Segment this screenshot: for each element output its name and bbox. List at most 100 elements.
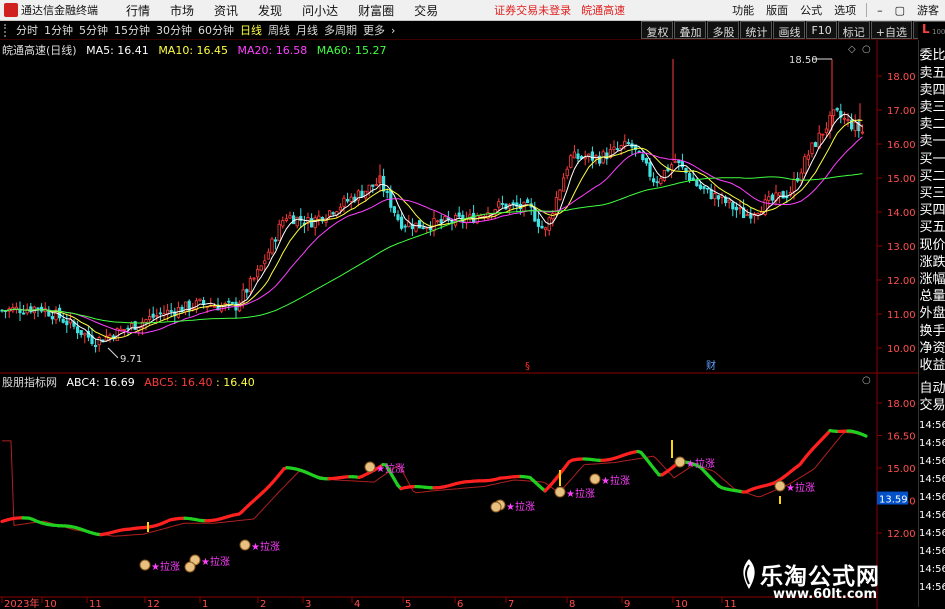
- candle-body: [770, 194, 775, 201]
- guest-label[interactable]: 游客: [917, 2, 939, 18]
- login-status[interactable]: 证券交易未登录: [494, 2, 571, 18]
- candle-body: [371, 184, 375, 187]
- price-axis: 18.00 17.00 16.00 15.00 14.00 13.00 12.00 11.00…: [877, 72, 916, 540]
- side-tab[interactable]: 14:56: [919, 474, 945, 485]
- low-label: 9.71: [120, 354, 142, 365]
- candle-body: [360, 190, 364, 198]
- toolbar-handle-icon[interactable]: [4, 23, 10, 37]
- money-bag-icon: [184, 561, 196, 573]
- menu-options[interactable]: 选项: [834, 2, 856, 18]
- axis-label: 18.00: [887, 72, 916, 83]
- f10-button[interactable]: F10: [806, 20, 837, 39]
- restore-rights-button[interactable]: 复权: [641, 20, 674, 39]
- candle-body: [673, 161, 677, 163]
- period-daily[interactable]: 日线: [240, 22, 262, 38]
- candle-body: [677, 160, 681, 164]
- menu-wealth[interactable]: 财富圈: [358, 2, 394, 19]
- level-number: 1000: [932, 28, 945, 36]
- candle-body: [97, 337, 101, 346]
- period-60min[interactable]: 60分钟: [198, 22, 234, 38]
- menu-trade[interactable]: 交易: [414, 2, 438, 19]
- period-intraday[interactable]: 分时: [16, 22, 38, 38]
- menu-ask[interactable]: 问小达: [302, 2, 338, 19]
- side-tab[interactable]: 14:56: [919, 546, 945, 557]
- add-watchlist-button[interactable]: +自选: [870, 20, 912, 39]
- overlay-button[interactable]: 叠加: [674, 20, 707, 39]
- candlestick-series: [0, 59, 865, 353]
- candle-body: [248, 278, 252, 293]
- candle-body: [241, 289, 245, 303]
- candle-body: [65, 320, 69, 326]
- side-tab[interactable]: 14:56: [919, 492, 945, 503]
- candle-body: [511, 202, 515, 205]
- candle-body: [144, 319, 148, 323]
- side-tab[interactable]: 14:56: [919, 510, 945, 521]
- level-indicator[interactable]: L 1000: [918, 22, 945, 40]
- candle-body: [612, 146, 616, 151]
- menu-market[interactable]: 行情: [126, 2, 150, 19]
- candle-body: [842, 117, 847, 120]
- period-1min[interactable]: 1分钟: [44, 22, 73, 38]
- side-tab[interactable]: 外盘: [919, 302, 945, 321]
- ma20-line: [1, 136, 863, 334]
- period-weekly[interactable]: 周线: [268, 22, 290, 38]
- period-toolbar: 分时 1分钟 5分钟 15分钟 30分钟 60分钟 日线 周线 月线 多周期 更…: [0, 20, 945, 40]
- menu-markets[interactable]: 市场: [170, 2, 194, 19]
- candle-body: [785, 196, 789, 199]
- money-bag-icon: [139, 559, 151, 571]
- side-tab[interactable]: 14:56: [919, 456, 945, 467]
- side-tab[interactable]: 14:56: [919, 528, 945, 539]
- candle-body: [799, 172, 803, 181]
- abc5-value: ABC5: 16.40: [144, 376, 213, 389]
- period-5min[interactable]: 5分钟: [79, 22, 108, 38]
- watermark-title: 乐淘公式网: [760, 564, 880, 590]
- period-more[interactable]: 更多: [363, 22, 385, 38]
- moving-average-lines: [1, 113, 863, 342]
- side-tab[interactable]: 14:56: [919, 438, 945, 449]
- statistics-button[interactable]: 统计: [740, 20, 773, 39]
- side-tab[interactable]: 买五: [919, 216, 945, 235]
- menu-formula[interactable]: 公式: [800, 2, 822, 18]
- mark-button[interactable]: 标记: [837, 20, 870, 39]
- candle-body: [281, 220, 285, 227]
- date-label: 2: [260, 599, 266, 609]
- menu-function[interactable]: 功能: [732, 2, 754, 18]
- axis-label: 10.00: [887, 344, 916, 355]
- multi-stock-button[interactable]: 多股: [707, 20, 740, 39]
- period-15min[interactable]: 15分钟: [114, 22, 150, 38]
- ma10-line: [1, 119, 863, 340]
- menu-discover[interactable]: 发现: [258, 2, 282, 19]
- window-restore-icon[interactable]: ▢: [895, 4, 905, 17]
- window-minimize-icon[interactable]: –: [877, 4, 883, 17]
- chart-title[interactable]: 皖通高速(日线): [2, 44, 77, 57]
- side-tab[interactable]: 交易: [919, 394, 945, 413]
- period-multi[interactable]: 多周期: [324, 22, 357, 38]
- candle-body: [569, 155, 573, 168]
- candle-body: [21, 312, 26, 315]
- candle-body: [616, 148, 620, 151]
- side-tab[interactable]: 卖一: [919, 130, 945, 149]
- stock-name: 皖通高速: [581, 4, 626, 17]
- side-tab[interactable]: 14:56: [919, 420, 945, 431]
- period-30min[interactable]: 30分钟: [156, 22, 192, 38]
- candle-body: [432, 217, 436, 232]
- side-tab[interactable]: 委比: [919, 44, 945, 63]
- menu-news[interactable]: 资讯: [214, 2, 238, 19]
- draw-line-button[interactable]: 画线: [773, 20, 806, 39]
- candle-body: [565, 168, 569, 177]
- candle-body: [576, 153, 580, 159]
- axis-label: 17.00: [887, 106, 916, 117]
- side-tab[interactable]: 14:56: [919, 564, 945, 575]
- candle-body: [709, 189, 713, 200]
- candle-body: [619, 145, 623, 150]
- candle-body: [778, 192, 782, 196]
- indicator-title[interactable]: 股朋指标网: [2, 376, 57, 389]
- side-tab[interactable]: 14:56: [919, 582, 945, 593]
- chevron-right-icon[interactable]: ›: [391, 24, 395, 37]
- candle-body: [526, 199, 530, 204]
- menu-layout[interactable]: 版面: [766, 2, 788, 18]
- side-tab[interactable]: 收益: [919, 354, 945, 373]
- period-monthly[interactable]: 月线: [296, 22, 318, 38]
- kline-chart[interactable]: 18.00 17.00 16.00 15.00 14.00 13.00 12.00 11.00…: [0, 40, 918, 609]
- candle-body: [814, 142, 818, 147]
